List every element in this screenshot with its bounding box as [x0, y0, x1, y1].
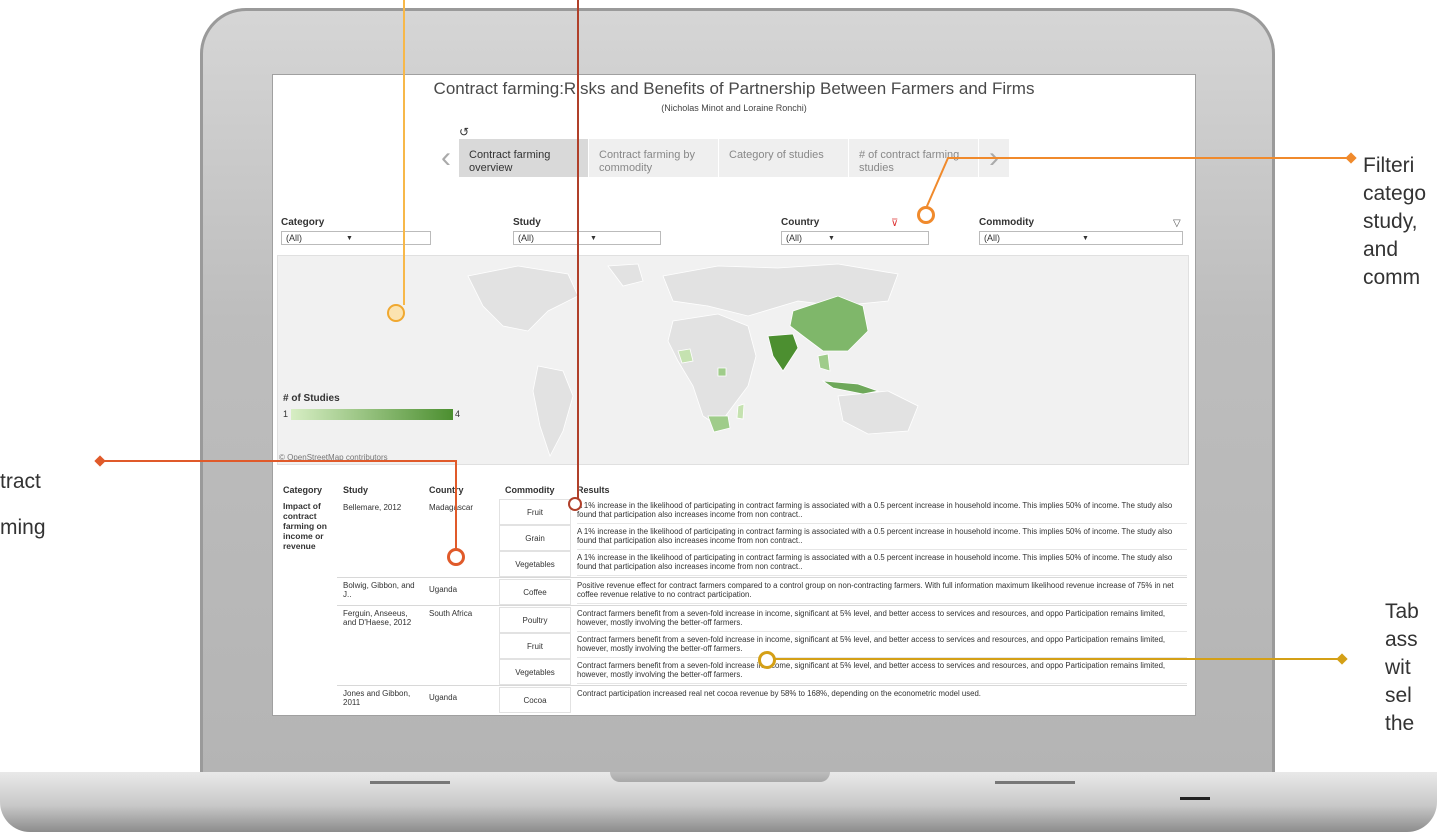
- study-select-value: (All): [518, 233, 534, 243]
- row-divider: [337, 577, 1187, 578]
- laptop-hinge-left: [370, 781, 450, 784]
- left-annotation: tract ming: [0, 468, 46, 542]
- dashboard-subtitle: (Nicholas Minot and Loraine Ronchi): [661, 103, 807, 113]
- tab-category-of-studies[interactable]: Category of studies: [719, 139, 849, 177]
- gold-callout-dot: [758, 651, 776, 669]
- country-select-value: (All): [786, 233, 802, 243]
- table-annotation-line: ass: [1385, 628, 1418, 651]
- filter-annotation-line: and: [1363, 238, 1399, 261]
- dashboard-title: Contract farming:Risks and Benefits of P…: [433, 79, 1035, 98]
- clear-filter-icon[interactable]: ⊽: [891, 218, 898, 229]
- chevron-down-icon: ▼: [590, 234, 597, 242]
- yellow-callout-dot: [387, 304, 405, 322]
- row-divider: [337, 685, 1187, 686]
- category-select[interactable]: (All) ▼: [281, 231, 431, 245]
- table-cell-result: Positive revenue effect for contract far…: [577, 579, 1187, 604]
- map-india-shape: [767, 333, 799, 372]
- chevron-down-icon: ▼: [346, 234, 353, 242]
- filter-annotation-line: study,: [1363, 210, 1418, 233]
- map-greenland-shape: [607, 263, 644, 287]
- table-cell-country: Uganda: [429, 585, 458, 594]
- gold-callout-diamond: [1336, 653, 1348, 665]
- table-annotation-line: Tab: [1385, 600, 1419, 623]
- map-north-america-shape: [467, 265, 579, 332]
- table-cell-result: Contract participation increased real ne…: [577, 689, 981, 698]
- commodity-select[interactable]: (All) ▼: [979, 231, 1183, 245]
- orange-callout-svg: [923, 157, 1350, 214]
- table-annotation-line: sel: [1385, 684, 1412, 707]
- table-cell-result: A 1% increase in the likelihood of parti…: [577, 499, 1187, 524]
- red-callout-line: [577, 0, 579, 500]
- table-annotation-line: the: [1385, 712, 1415, 735]
- map-china-shape: [789, 295, 869, 352]
- redorange-callout-svg: [100, 460, 457, 553]
- table-cell-commodity: Vegetables: [499, 551, 571, 577]
- study-filter: Study (All) ▼: [513, 217, 661, 245]
- filter-annotation-line: catego: [1363, 182, 1427, 205]
- map-madagascar-shape: [736, 403, 745, 420]
- table-cell-result: Contract farmers benefit from a seven-fo…: [577, 659, 1187, 684]
- yellow-callout-line: [403, 0, 405, 305]
- map-svg: [467, 263, 919, 458]
- table-cell-study: Bolwig, Gibbon, and J..: [343, 581, 415, 599]
- map-uganda-shape: [717, 367, 727, 377]
- orange-callout-dot: [917, 206, 935, 224]
- country-select[interactable]: (All) ▼: [781, 231, 929, 245]
- map-indonesia-shape: [821, 380, 880, 395]
- category-select-value: (All): [286, 233, 302, 243]
- laptop-indicator: [1180, 797, 1210, 800]
- map-legend-max: 4: [455, 409, 461, 419]
- tab-contract-farming-overview[interactable]: Contract farming overview: [459, 139, 589, 177]
- table-cell-country: Uganda: [429, 693, 458, 702]
- table-cell-result: A 1% increase in the likelihood of parti…: [577, 525, 1187, 550]
- commodity-select-value: (All): [984, 233, 1000, 243]
- left-annotation-line: tract: [0, 470, 41, 493]
- table-cell-commodity: Fruit: [499, 633, 571, 659]
- map-south-africa-shape: [707, 415, 731, 433]
- table-cell-commodity: Cocoa: [499, 687, 571, 713]
- table-cell-commodity: Poultry: [499, 607, 571, 633]
- filter-annotation: Filteri catego study, and comm: [1363, 152, 1426, 292]
- map-legend-title: # of Studies: [283, 393, 340, 404]
- table-cell-commodity: Vegetables: [499, 659, 571, 685]
- table-cell-study: Jones and Gibbon, 2011: [343, 689, 411, 707]
- table-annotation: Tab ass wit sel the: [1385, 598, 1419, 738]
- study-filter-label: Study: [513, 217, 541, 228]
- map-australia-shape: [837, 390, 919, 435]
- red-callout-dot: [568, 497, 582, 511]
- map-legend-bar: [291, 409, 453, 420]
- table-cell-commodity: Fruit: [499, 499, 571, 525]
- header-results: Results: [577, 485, 610, 495]
- study-select[interactable]: (All) ▼: [513, 231, 661, 245]
- table-cell-result: A 1% increase in the likelihood of parti…: [577, 551, 1187, 576]
- redorange-callout-dot: [447, 548, 465, 566]
- header-commodity: Commodity: [505, 485, 555, 495]
- table-annotation-line: wit: [1385, 656, 1411, 679]
- laptop-notch: [610, 772, 830, 782]
- laptop-hinge-right: [995, 781, 1075, 784]
- chevron-down-icon: ▼: [1082, 234, 1089, 242]
- gold-callout-line: [770, 658, 1340, 660]
- table-cell-commodity: Coffee: [499, 579, 571, 605]
- table-cell-result: Contract farmers benefit from a seven-fo…: [577, 607, 1187, 632]
- filter-annotation-line: Filteri: [1363, 154, 1415, 177]
- category-filter-label: Category: [281, 217, 325, 228]
- chevron-down-icon: ▼: [828, 234, 835, 242]
- map-legend-min: 1: [283, 409, 289, 419]
- map-southeast-asia-shape: [817, 353, 831, 372]
- map-south-america-shape: [532, 365, 574, 458]
- table-cell-commodity: Grain: [499, 525, 571, 551]
- filter-annotation-line: comm: [1363, 266, 1421, 289]
- table-cell-study: Ferguin, Anseeus, and D'Haese, 2012: [343, 609, 412, 627]
- undo-icon[interactable]: ↺: [459, 125, 469, 139]
- chevron-left-icon[interactable]: ‹: [433, 139, 459, 177]
- table-cell-country: South Africa: [429, 609, 473, 618]
- world-map[interactable]: [277, 255, 1189, 465]
- row-divider: [337, 605, 1187, 606]
- tab-contract-farming-by-commodity[interactable]: Contract farming by commodity: [589, 139, 719, 177]
- left-annotation-line: ming: [0, 516, 46, 539]
- category-filter: Category (All) ▼: [281, 217, 431, 245]
- table-cell-result: Contract farmers benefit from a seven-fo…: [577, 633, 1187, 658]
